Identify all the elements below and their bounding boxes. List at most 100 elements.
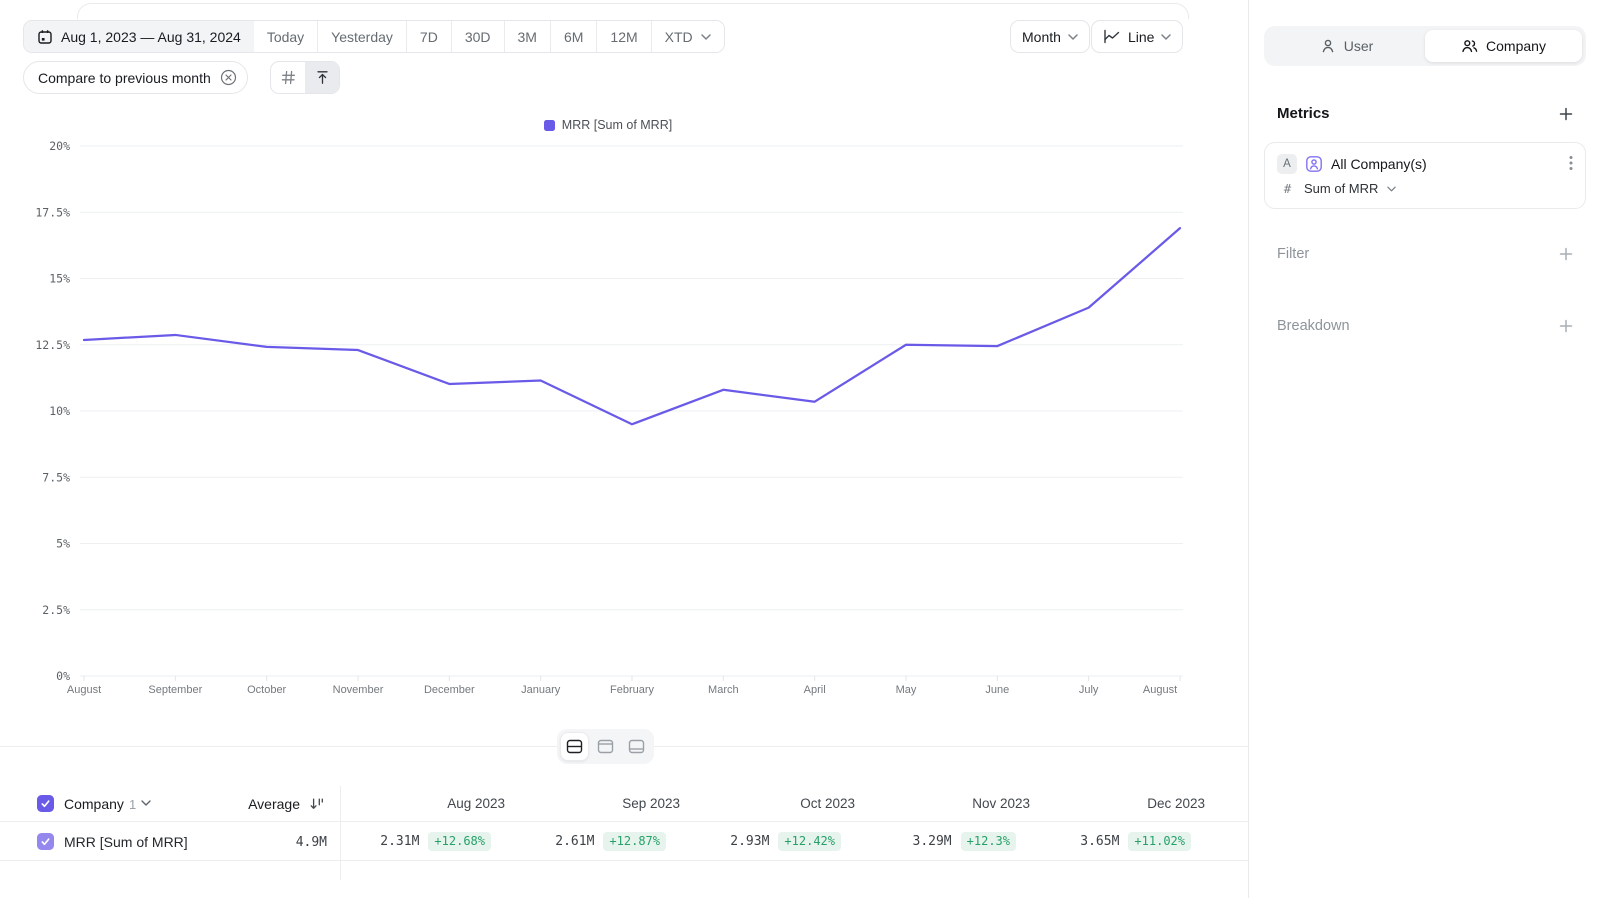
y-tick-label: 20% bbox=[49, 139, 70, 153]
preset-button[interactable]: Yesterday bbox=[317, 21, 406, 52]
growth-badge: +12.42% bbox=[778, 832, 841, 851]
add-metric-button[interactable] bbox=[1558, 106, 1574, 122]
chevron-down-icon bbox=[1068, 34, 1078, 40]
view-switcher bbox=[557, 729, 654, 764]
preset-button[interactable]: 30D bbox=[451, 21, 504, 52]
preset-button[interactable]: 7D bbox=[406, 21, 451, 52]
granularity-label: Month bbox=[1022, 29, 1061, 45]
toggle-user-label: User bbox=[1344, 38, 1374, 54]
chart-view-button[interactable] bbox=[591, 732, 620, 761]
mrr-line-chart[interactable]: 20%17.5%15%12.5%10%7.5%5%2.5%0%AugustSep… bbox=[0, 134, 1248, 700]
toggle-company-label: Company bbox=[1486, 38, 1546, 54]
metric-cell: 2.61M +12.87% bbox=[505, 822, 680, 860]
date-column-header[interactable]: Aug 2023 bbox=[330, 786, 505, 821]
x-tick-label: June bbox=[985, 684, 1009, 696]
cell-value: 2.61M bbox=[555, 834, 594, 849]
group-count: 1 bbox=[129, 797, 136, 812]
select-all-checkbox[interactable] bbox=[37, 795, 54, 812]
company-metric-icon bbox=[1305, 155, 1323, 173]
compare-chip[interactable]: Compare to previous month bbox=[23, 61, 248, 94]
x-tick-label: August bbox=[1143, 684, 1177, 696]
add-breakdown-button[interactable] bbox=[1558, 318, 1574, 334]
x-tick-label: August bbox=[67, 684, 101, 696]
axis-toggle-button[interactable] bbox=[305, 62, 339, 93]
growth-badge: +11.02% bbox=[1128, 832, 1191, 851]
date-column-header[interactable]: Dec 2023 bbox=[1030, 786, 1205, 821]
growth-badge: +12.87% bbox=[603, 832, 666, 851]
table-column-divider bbox=[340, 786, 341, 880]
chevron-down-icon[interactable] bbox=[141, 800, 151, 806]
date-range-button[interactable]: Aug 1, 2023 — Aug 31, 2024 bbox=[24, 21, 254, 52]
line-chart-icon bbox=[1103, 29, 1121, 44]
cell-value: 2.31M bbox=[380, 834, 419, 849]
chart-type-button[interactable]: Line bbox=[1091, 20, 1183, 53]
table-view-button[interactable] bbox=[622, 732, 651, 761]
date-column-header[interactable]: Oct 2023 bbox=[680, 786, 855, 821]
calendar-icon bbox=[37, 29, 53, 45]
arrow-bar-up-icon bbox=[315, 70, 330, 85]
chevron-down-icon bbox=[1161, 34, 1171, 40]
y-tick-label: 0% bbox=[56, 669, 70, 683]
xtd-button[interactable]: XTD bbox=[651, 21, 724, 52]
cell-value: 3.65M bbox=[1080, 834, 1119, 849]
metric-card[interactable]: A All Company(s) # Sum of MRR bbox=[1264, 142, 1586, 209]
average-column-header[interactable]: Average bbox=[180, 796, 300, 812]
cell-value: 2.93M bbox=[730, 834, 769, 849]
chart-type-label: Line bbox=[1128, 29, 1154, 45]
date-column-header[interactable]: Sep 2023 bbox=[505, 786, 680, 821]
toggle-company[interactable]: Company bbox=[1425, 30, 1582, 62]
x-tick-label: March bbox=[708, 684, 739, 696]
entity-toggle: User Company bbox=[1264, 26, 1586, 66]
date-column-headers: Aug 2023Sep 2023Oct 2023Nov 2023Dec 2023 bbox=[330, 786, 1205, 821]
growth-badge: +12.3% bbox=[961, 832, 1016, 851]
numeric-type-symbol: # bbox=[1280, 181, 1295, 196]
legend-swatch bbox=[544, 120, 555, 131]
toggle-user[interactable]: User bbox=[1268, 30, 1425, 62]
legend-label: MRR [Sum of MRR] bbox=[562, 118, 672, 132]
check-icon bbox=[40, 798, 51, 809]
remove-compare-icon[interactable] bbox=[220, 69, 237, 86]
date-column-header[interactable]: Nov 2023 bbox=[855, 786, 1030, 821]
preset-button[interactable]: Today bbox=[254, 21, 317, 52]
check-icon bbox=[40, 836, 51, 847]
granularity-button[interactable]: Month bbox=[1010, 20, 1090, 53]
xtd-label: XTD bbox=[665, 29, 693, 45]
aggregation-label: Sum of MRR bbox=[1304, 181, 1378, 196]
x-tick-label: October bbox=[247, 684, 286, 696]
y-tick-label: 17.5% bbox=[35, 205, 70, 219]
metric-menu-icon[interactable] bbox=[1569, 155, 1573, 171]
x-tick-label: July bbox=[1079, 684, 1099, 696]
card-top-edge bbox=[77, 3, 1189, 19]
metric-cell: 2.93M +12.42% bbox=[680, 822, 855, 860]
table-row[interactable]: MRR [Sum of MRR] 4.9M 2.31M+12.68% 2.61M +… bbox=[0, 822, 1248, 861]
metric-cell: 2.31M+12.68% bbox=[330, 822, 505, 860]
average-value: 4.9M bbox=[207, 835, 327, 850]
add-filter-button[interactable] bbox=[1558, 246, 1574, 262]
row-checkbox[interactable] bbox=[37, 833, 54, 850]
metric-cell: 3.29M+12.3% bbox=[855, 822, 1030, 860]
split-view-button[interactable] bbox=[560, 732, 589, 761]
metric-letter-badge: A bbox=[1277, 154, 1297, 174]
grid-toggle-button[interactable] bbox=[271, 62, 305, 93]
x-tick-label: December bbox=[424, 684, 475, 696]
metric-row-cells: 2.31M+12.68% 2.61M +12.87% 2.93M +12.42% 3.29… bbox=[330, 822, 1205, 860]
preset-button[interactable]: 12M bbox=[596, 21, 650, 52]
metric-row-label: MRR [Sum of MRR] bbox=[64, 834, 188, 850]
preset-button[interactable]: 6M bbox=[550, 21, 596, 52]
table-header-row: Company 1 Average Aug 2023Sep 2023Oct 20… bbox=[0, 786, 1248, 822]
chevron-down-icon bbox=[1387, 186, 1396, 192]
y-tick-label: 2.5% bbox=[42, 603, 70, 617]
preset-button[interactable]: 3M bbox=[504, 21, 550, 52]
aggregation-selector[interactable]: # Sum of MRR bbox=[1277, 181, 1573, 196]
y-tick-label: 5% bbox=[56, 537, 70, 551]
filter-section-label: Filter bbox=[1277, 246, 1309, 262]
chevron-down-icon bbox=[701, 34, 711, 40]
plus-icon bbox=[1558, 246, 1574, 262]
group-by-selector[interactable]: Company bbox=[64, 796, 124, 812]
plus-icon bbox=[1558, 106, 1574, 122]
sort-icon[interactable] bbox=[309, 796, 325, 812]
display-options-group bbox=[270, 61, 340, 94]
date-range-label: Aug 1, 2023 — Aug 31, 2024 bbox=[61, 29, 241, 45]
breakdown-section-label: Breakdown bbox=[1277, 318, 1350, 334]
metrics-title: Metrics bbox=[1277, 105, 1330, 122]
